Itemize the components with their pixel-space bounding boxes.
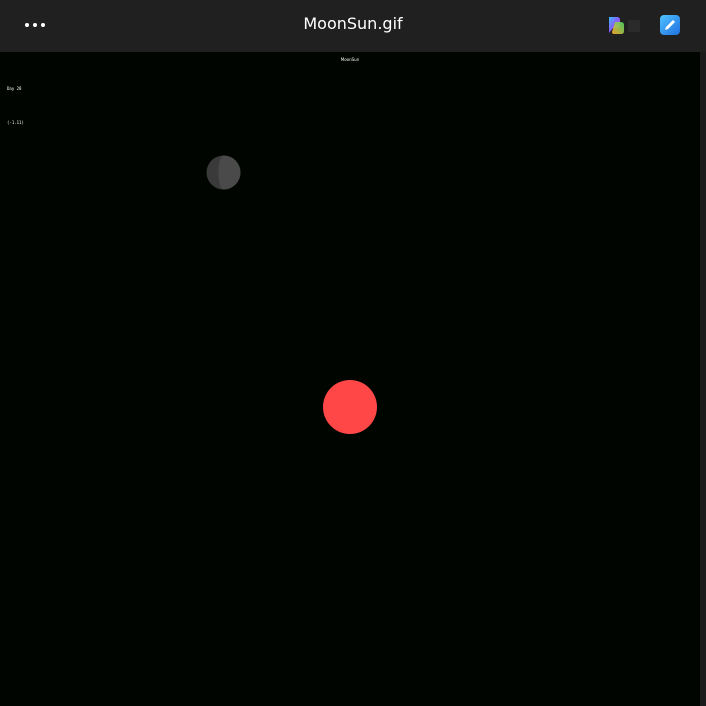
sun-icon — [323, 380, 377, 434]
gif-canvas: MoonSun Day 28 (-1.11) — [0, 52, 700, 706]
title-bar: MoonSun.gif — [0, 0, 706, 52]
day-counter: Day 28 — [7, 86, 22, 91]
more-horizontal-icon — [25, 23, 29, 27]
copilot-icon — [609, 17, 624, 34]
gif-heading: MoonSun — [340, 57, 360, 62]
more-dot — [33, 23, 37, 27]
copilot-button[interactable] — [600, 12, 644, 38]
edit-image-button[interactable] — [656, 12, 684, 38]
window-edge — [700, 52, 706, 706]
more-dot — [41, 23, 45, 27]
moon-icon — [206, 155, 241, 190]
more-options-button[interactable] — [18, 12, 52, 38]
edit-image-icon — [660, 15, 680, 35]
coordinate-readout: (-1.11) — [7, 120, 24, 125]
copilot-badge — [628, 20, 640, 32]
